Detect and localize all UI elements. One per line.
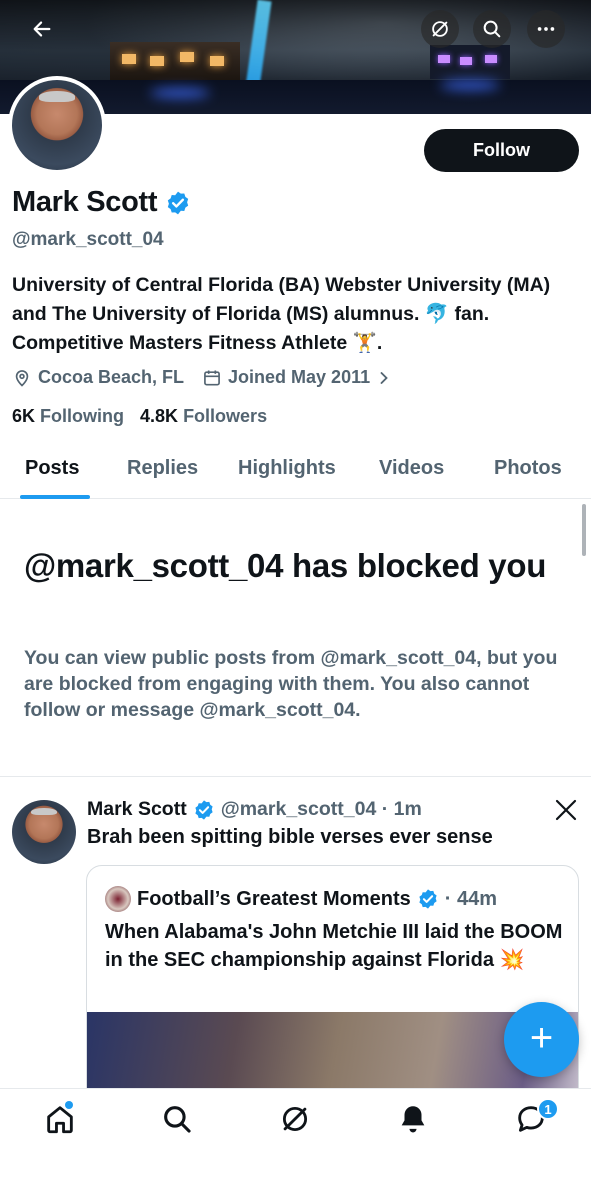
quoted-post[interactable]: Football’s Greatest Moments · 44m When A…	[86, 865, 579, 1105]
scrollbar[interactable]	[582, 504, 586, 556]
quote-time: · 44m	[444, 887, 497, 910]
calendar-icon	[204, 370, 220, 385]
quote-header: Football’s Greatest Moments · 44m	[105, 886, 497, 912]
profile-meta: Cocoa Beach, FL Joined May 2011	[12, 367, 400, 388]
x-logo-icon	[555, 799, 577, 821]
messages-badge: 1	[537, 1098, 559, 1120]
followers-label: Followers	[183, 406, 268, 426]
verified-badge-icon	[419, 889, 437, 909]
blocked-title: @mark_scott_04 has blocked you	[24, 547, 547, 584]
grok-icon	[282, 1106, 308, 1132]
tab-photos[interactable]: Photos	[494, 457, 562, 480]
follow-button[interactable]: Follow	[424, 129, 579, 172]
verified-badge-icon[interactable]	[165, 190, 191, 216]
notifications-icon	[401, 1106, 425, 1133]
back-button[interactable]	[23, 10, 61, 48]
more-options-button[interactable]	[527, 10, 565, 48]
post-handle-time: @mark_scott_04 · 1m	[220, 798, 422, 820]
tab-highlights[interactable]: Highlights	[238, 457, 336, 480]
tab-replies[interactable]: Replies	[127, 457, 198, 480]
tab-videos[interactable]: Videos	[379, 457, 444, 480]
chevron-right-icon[interactable]	[374, 368, 394, 388]
profile-name: Mark Scott	[12, 186, 158, 218]
post-author-name[interactable]: Mark Scott	[87, 798, 187, 821]
profile-tabs: Posts Replies Highlights Videos Photos	[0, 443, 591, 499]
tab-posts[interactable]: Posts	[25, 457, 79, 480]
location-pin-icon	[15, 369, 29, 387]
quote-text: When Alabama's John Metchie III laid the…	[105, 921, 563, 971]
nav-notifications[interactable]	[396, 1102, 430, 1136]
nav-grok[interactable]	[278, 1102, 312, 1136]
arrow-left-icon	[33, 21, 51, 37]
profile-name-row: Mark Scott	[12, 186, 191, 219]
profile-avatar[interactable]	[8, 76, 106, 174]
active-tab-indicator	[20, 495, 90, 499]
blocked-description: You can view public posts from @mark_sco…	[24, 647, 558, 721]
divider	[0, 776, 591, 777]
profile-stats: 6K Following 4.8K Followers	[12, 406, 267, 427]
home-notification-dot	[65, 1101, 73, 1109]
quote-author-avatar	[105, 886, 131, 912]
profile-bio: University of Central Florida (BA) Webst…	[12, 274, 551, 354]
grok-icon	[432, 21, 448, 37]
plus-icon: +	[529, 1015, 554, 1060]
profile-joined[interactable]: Joined May 2011	[228, 367, 370, 388]
following-label: Following	[40, 406, 125, 426]
post-header: Mark Scott @mark_scott_04 · 1m	[87, 798, 422, 821]
search-icon	[483, 20, 501, 38]
grok-button[interactable]	[421, 10, 459, 48]
search-icon	[164, 1106, 191, 1133]
following-count: 6K	[12, 406, 36, 426]
post-text: Brah been spitting bible verses ever sen…	[87, 826, 493, 848]
following-link[interactable]: 6K Following	[12, 406, 124, 427]
quote-author-name: Football’s Greatest Moments	[137, 887, 411, 910]
compose-post-button[interactable]: +	[504, 1002, 579, 1077]
profile-handle: @mark_scott_04	[12, 229, 164, 250]
followers-link[interactable]: 4.8K Followers	[140, 406, 267, 427]
nav-search[interactable]	[160, 1102, 194, 1136]
more-dots-icon	[537, 27, 555, 31]
verified-badge-icon	[195, 799, 213, 820]
search-button[interactable]	[473, 10, 511, 48]
profile-location: Cocoa Beach, FL	[38, 367, 185, 387]
post-author-avatar[interactable]	[12, 800, 76, 864]
followers-count: 4.8K	[140, 406, 179, 426]
